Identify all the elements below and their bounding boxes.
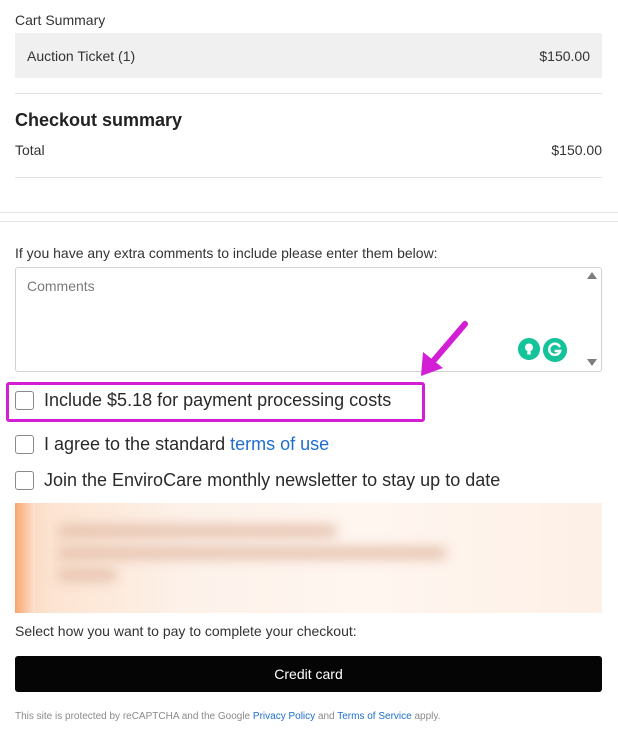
cart-item-label: Auction Ticket (1): [27, 47, 136, 64]
payment-method-label: Select how you want to pay to complete y…: [15, 623, 357, 639]
terms-of-use-link[interactable]: terms of use: [230, 434, 329, 455]
comments-label: If you have any extra comments to includ…: [15, 245, 438, 261]
footer-and: and: [317, 711, 335, 722]
magenta-arrow-icon: [421, 321, 468, 376]
recaptcha-notice: This site is protected by reCAPTCHA and …: [15, 711, 440, 722]
lightbulb-icon[interactable]: [518, 338, 540, 360]
checkout-summary-title: Checkout summary: [15, 110, 183, 130]
footer-prefix: This site is protected by reCAPTCHA and …: [15, 711, 251, 722]
processing-fee-option[interactable]: Include $5.18 for payment processing cos…: [15, 390, 391, 411]
cart-summary-title: Cart Summary: [15, 12, 106, 28]
section-separator: [0, 221, 618, 222]
credit-card-button[interactable]: Credit card: [15, 656, 602, 692]
blurred-text: [57, 569, 117, 581]
newsletter-label[interactable]: Join the EnviroCare monthly newsletter t…: [44, 470, 500, 491]
blurred-text: [57, 547, 447, 559]
blurred-banner: [15, 503, 602, 613]
processing-fee-checkbox[interactable]: [15, 391, 34, 410]
divider: [15, 177, 602, 178]
banner-accent: [15, 503, 35, 613]
grammarly-icon[interactable]: [543, 338, 567, 362]
total-label: Total: [15, 142, 45, 158]
terms-agreement-label[interactable]: I agree to the standard: [44, 434, 225, 455]
comments-field[interactable]: [15, 267, 602, 372]
scroll-down-arrow-icon[interactable]: [587, 359, 597, 366]
privacy-policy-link[interactable]: Privacy Policy: [253, 711, 315, 722]
total-row: Total $150.00: [15, 142, 602, 158]
scroll-up-arrow-icon[interactable]: [587, 272, 597, 279]
comments-input[interactable]: [16, 268, 586, 371]
processing-fee-label[interactable]: Include $5.18 for payment processing cos…: [44, 390, 391, 411]
newsletter-option[interactable]: Join the EnviroCare monthly newsletter t…: [15, 470, 500, 491]
footer-suffix: apply.: [414, 711, 441, 722]
cart-item-row: Auction Ticket (1) $150.00: [15, 33, 602, 78]
terms-agreement-option[interactable]: I agree to the standard terms of use: [15, 434, 329, 455]
newsletter-checkbox[interactable]: [15, 471, 34, 490]
divider: [15, 93, 602, 94]
terms-of-service-link[interactable]: Terms of Service: [337, 711, 411, 722]
terms-agreement-checkbox[interactable]: [15, 435, 34, 454]
total-value: $150.00: [551, 142, 602, 158]
blurred-text: [57, 525, 337, 537]
grammarly-widget[interactable]: [518, 338, 567, 362]
cart-item-price: $150.00: [539, 47, 590, 64]
section-separator: [0, 212, 618, 213]
